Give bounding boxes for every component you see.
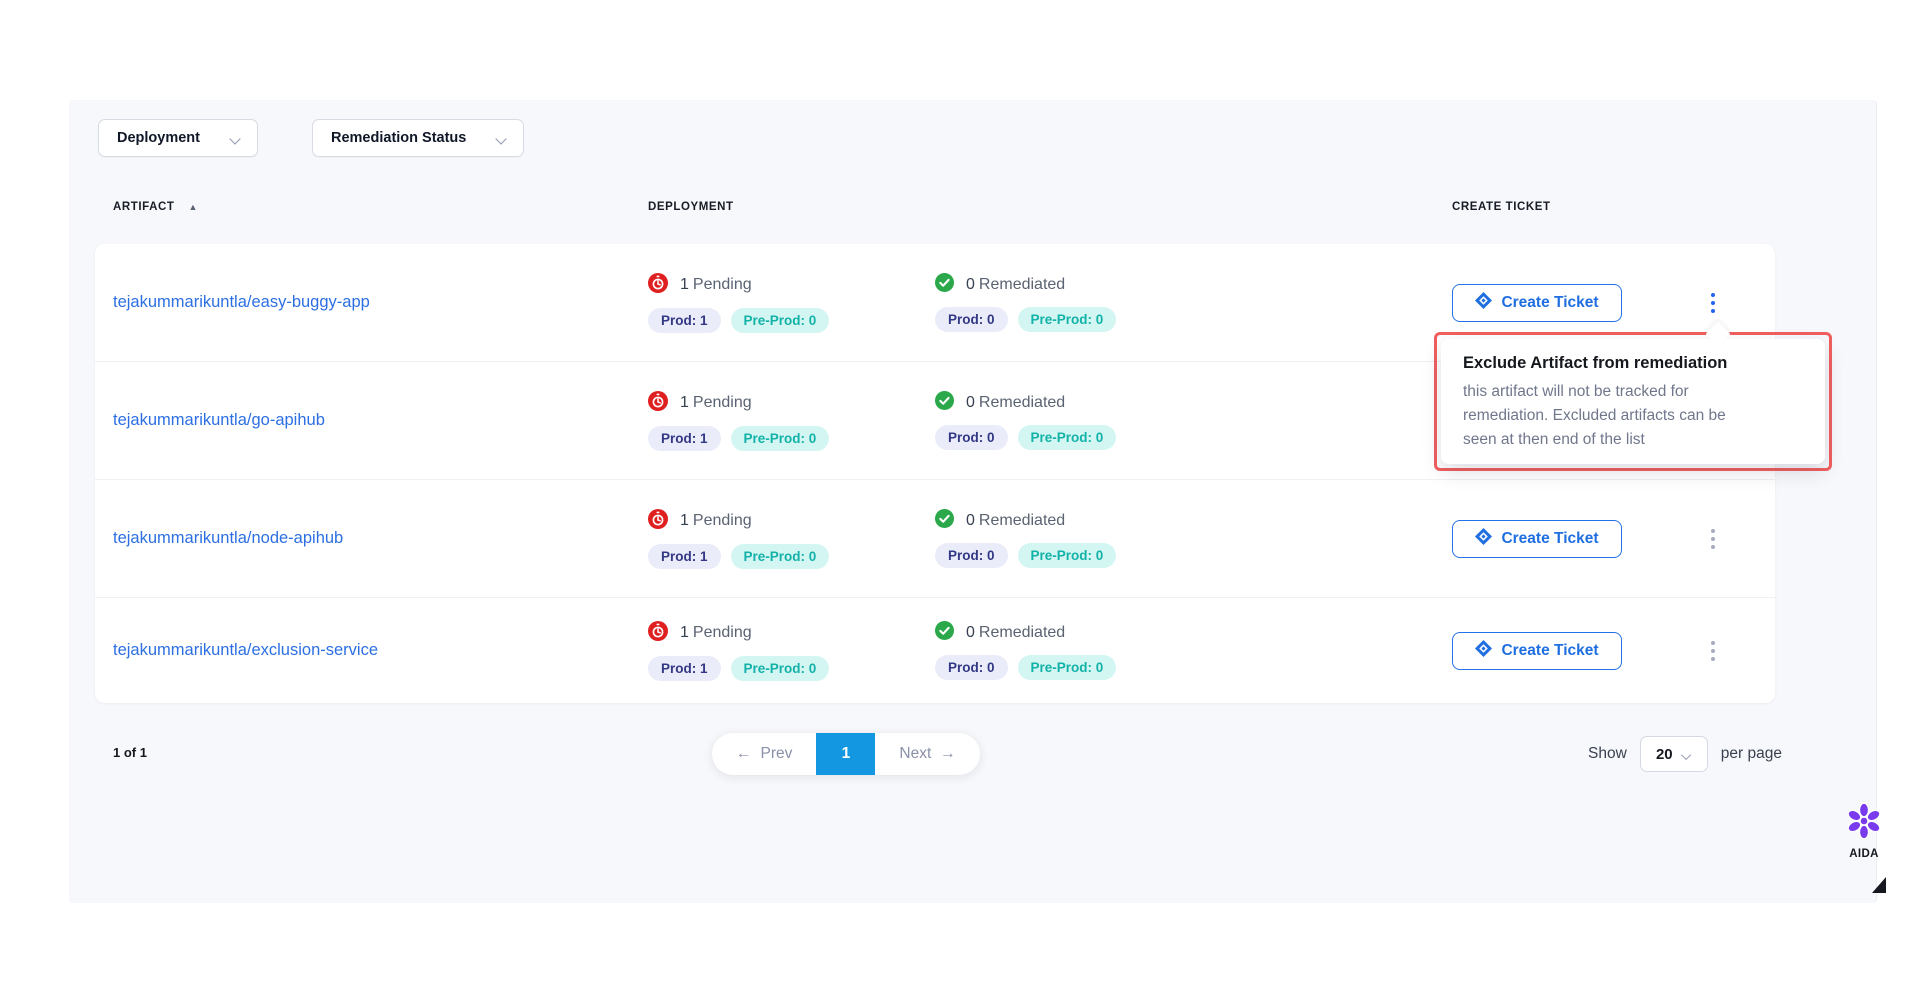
pending-count: 1 bbox=[680, 276, 689, 293]
preprod-badge: Pre-Prod: 0 bbox=[731, 544, 830, 569]
remediated-check-icon bbox=[935, 273, 954, 297]
tooltip-body: this artifact will not be tracked for re… bbox=[1463, 380, 1735, 453]
prod-badge: Prod: 0 bbox=[935, 655, 1008, 680]
pending-timer-icon bbox=[648, 273, 668, 298]
pending-label: Pending bbox=[693, 624, 752, 641]
column-header-artifact[interactable]: ARTIFACT ▲ bbox=[95, 201, 648, 213]
filter-bar: Deployment Remediation Status bbox=[98, 119, 524, 157]
row-menu-kebab-icon[interactable] bbox=[1703, 289, 1723, 317]
aida-assistant-widget[interactable]: AIDA bbox=[1836, 802, 1892, 860]
remediated-label: Remediated bbox=[979, 624, 1065, 641]
create-ticket-button[interactable]: Create Ticket bbox=[1452, 632, 1622, 670]
prod-badge: Prod: 0 bbox=[935, 307, 1008, 332]
arrow-right-icon: → bbox=[940, 745, 956, 763]
pending-label: Pending bbox=[693, 512, 752, 529]
chevron-down-icon bbox=[1681, 749, 1691, 759]
preprod-badge: Pre-Prod: 0 bbox=[1018, 425, 1117, 450]
remediation-status-filter-dropdown[interactable]: Remediation Status bbox=[312, 119, 524, 157]
artifact-link[interactable]: tejakummarikuntla/exclusion-service bbox=[113, 641, 378, 659]
exclude-artifact-tooltip: Exclude Artifact from remediation this a… bbox=[1441, 339, 1825, 464]
deployment-filter-dropdown[interactable]: Deployment bbox=[98, 119, 258, 157]
prod-badge: Prod: 0 bbox=[935, 425, 1008, 450]
page-size-control: Show 20 per page bbox=[1588, 733, 1782, 775]
pending-count: 1 bbox=[680, 512, 689, 529]
remediation-page: Deployment Remediation Status ARTIFACT ▲… bbox=[0, 0, 1913, 985]
artifact-link[interactable]: tejakummarikuntla/easy-buggy-app bbox=[113, 293, 370, 311]
prod-badge: Prod: 1 bbox=[648, 544, 721, 569]
pending-count: 1 bbox=[680, 624, 689, 641]
pending-count: 1 bbox=[680, 394, 689, 411]
artifact-link[interactable]: tejakummarikuntla/go-apihub bbox=[113, 411, 325, 429]
main-panel: Deployment Remediation Status ARTIFACT ▲… bbox=[69, 100, 1877, 903]
create-ticket-button[interactable]: Create Ticket bbox=[1452, 284, 1622, 322]
remediated-check-icon bbox=[935, 509, 954, 533]
annotation-highlight-box: Exclude Artifact from remediation this a… bbox=[1434, 332, 1832, 471]
preprod-badge: Pre-Prod: 0 bbox=[731, 656, 830, 681]
show-label: Show bbox=[1588, 745, 1627, 763]
pending-timer-icon bbox=[648, 391, 668, 416]
remediated-label: Remediated bbox=[979, 276, 1065, 293]
table-header: ARTIFACT ▲ DEPLOYMENT CREATE TICKET bbox=[95, 201, 1775, 213]
table-row: tejakummarikuntla/exclusion-service 1Pen… bbox=[95, 598, 1775, 703]
remediated-count: 0 bbox=[966, 512, 975, 529]
diamond-icon bbox=[1475, 528, 1492, 550]
chevron-down-icon bbox=[230, 133, 241, 144]
preprod-badge: Pre-Prod: 0 bbox=[1018, 655, 1117, 680]
remediated-count: 0 bbox=[966, 276, 975, 293]
prod-badge: Prod: 1 bbox=[648, 308, 721, 333]
pending-timer-icon bbox=[648, 509, 668, 534]
row-menu-kebab-icon[interactable] bbox=[1703, 525, 1723, 553]
prev-page-button[interactable]: ← Prev bbox=[712, 733, 816, 775]
pending-label: Pending bbox=[693, 394, 752, 411]
column-header-create-ticket: CREATE TICKET bbox=[1452, 201, 1775, 213]
page-count-summary: 1 of 1 bbox=[113, 745, 147, 760]
pending-label: Pending bbox=[693, 276, 752, 293]
aida-label: AIDA bbox=[1836, 848, 1892, 860]
tooltip-title: Exclude Artifact from remediation bbox=[1463, 354, 1803, 373]
artifact-link[interactable]: tejakummarikuntla/node-apihub bbox=[113, 529, 343, 547]
chevron-down-icon bbox=[496, 133, 507, 144]
table-row: tejakummarikuntla/node-apihub 1Pending P… bbox=[95, 480, 1775, 598]
create-ticket-button[interactable]: Create Ticket bbox=[1452, 520, 1622, 558]
current-page-button[interactable]: 1 bbox=[816, 733, 875, 775]
remediated-label: Remediated bbox=[979, 394, 1065, 411]
remediated-count: 0 bbox=[966, 394, 975, 411]
next-page-button[interactable]: Next → bbox=[875, 733, 979, 775]
pagination: ← Prev 1 Next → bbox=[712, 733, 980, 775]
diamond-icon bbox=[1475, 640, 1492, 662]
sort-ascending-icon: ▲ bbox=[188, 203, 197, 212]
column-header-deployment: DEPLOYMENT bbox=[648, 201, 935, 213]
remediated-label: Remediated bbox=[979, 512, 1065, 529]
arrow-left-icon: ← bbox=[736, 745, 752, 763]
prod-badge: Prod: 0 bbox=[935, 543, 1008, 568]
remediation-status-filter-label: Remediation Status bbox=[331, 130, 466, 146]
per-page-label: per page bbox=[1721, 745, 1782, 763]
remediated-check-icon bbox=[935, 391, 954, 415]
prod-badge: Prod: 1 bbox=[648, 656, 721, 681]
preprod-badge: Pre-Prod: 0 bbox=[731, 426, 830, 451]
diamond-icon bbox=[1475, 292, 1492, 314]
artifact-table: tejakummarikuntla/easy-buggy-app 1Pendin… bbox=[95, 244, 1775, 703]
deployment-filter-label: Deployment bbox=[117, 130, 200, 146]
aida-flower-icon bbox=[1844, 802, 1884, 845]
remediated-count: 0 bbox=[966, 624, 975, 641]
pending-timer-icon bbox=[648, 621, 668, 646]
preprod-badge: Pre-Prod: 0 bbox=[1018, 307, 1117, 332]
prod-badge: Prod: 1 bbox=[648, 426, 721, 451]
page-size-dropdown[interactable]: 20 bbox=[1640, 736, 1708, 772]
row-menu-kebab-icon[interactable] bbox=[1703, 637, 1723, 665]
preprod-badge: Pre-Prod: 0 bbox=[1018, 543, 1117, 568]
preprod-badge: Pre-Prod: 0 bbox=[731, 308, 830, 333]
remediated-check-icon bbox=[935, 621, 954, 645]
cursor-icon bbox=[1872, 877, 1886, 893]
